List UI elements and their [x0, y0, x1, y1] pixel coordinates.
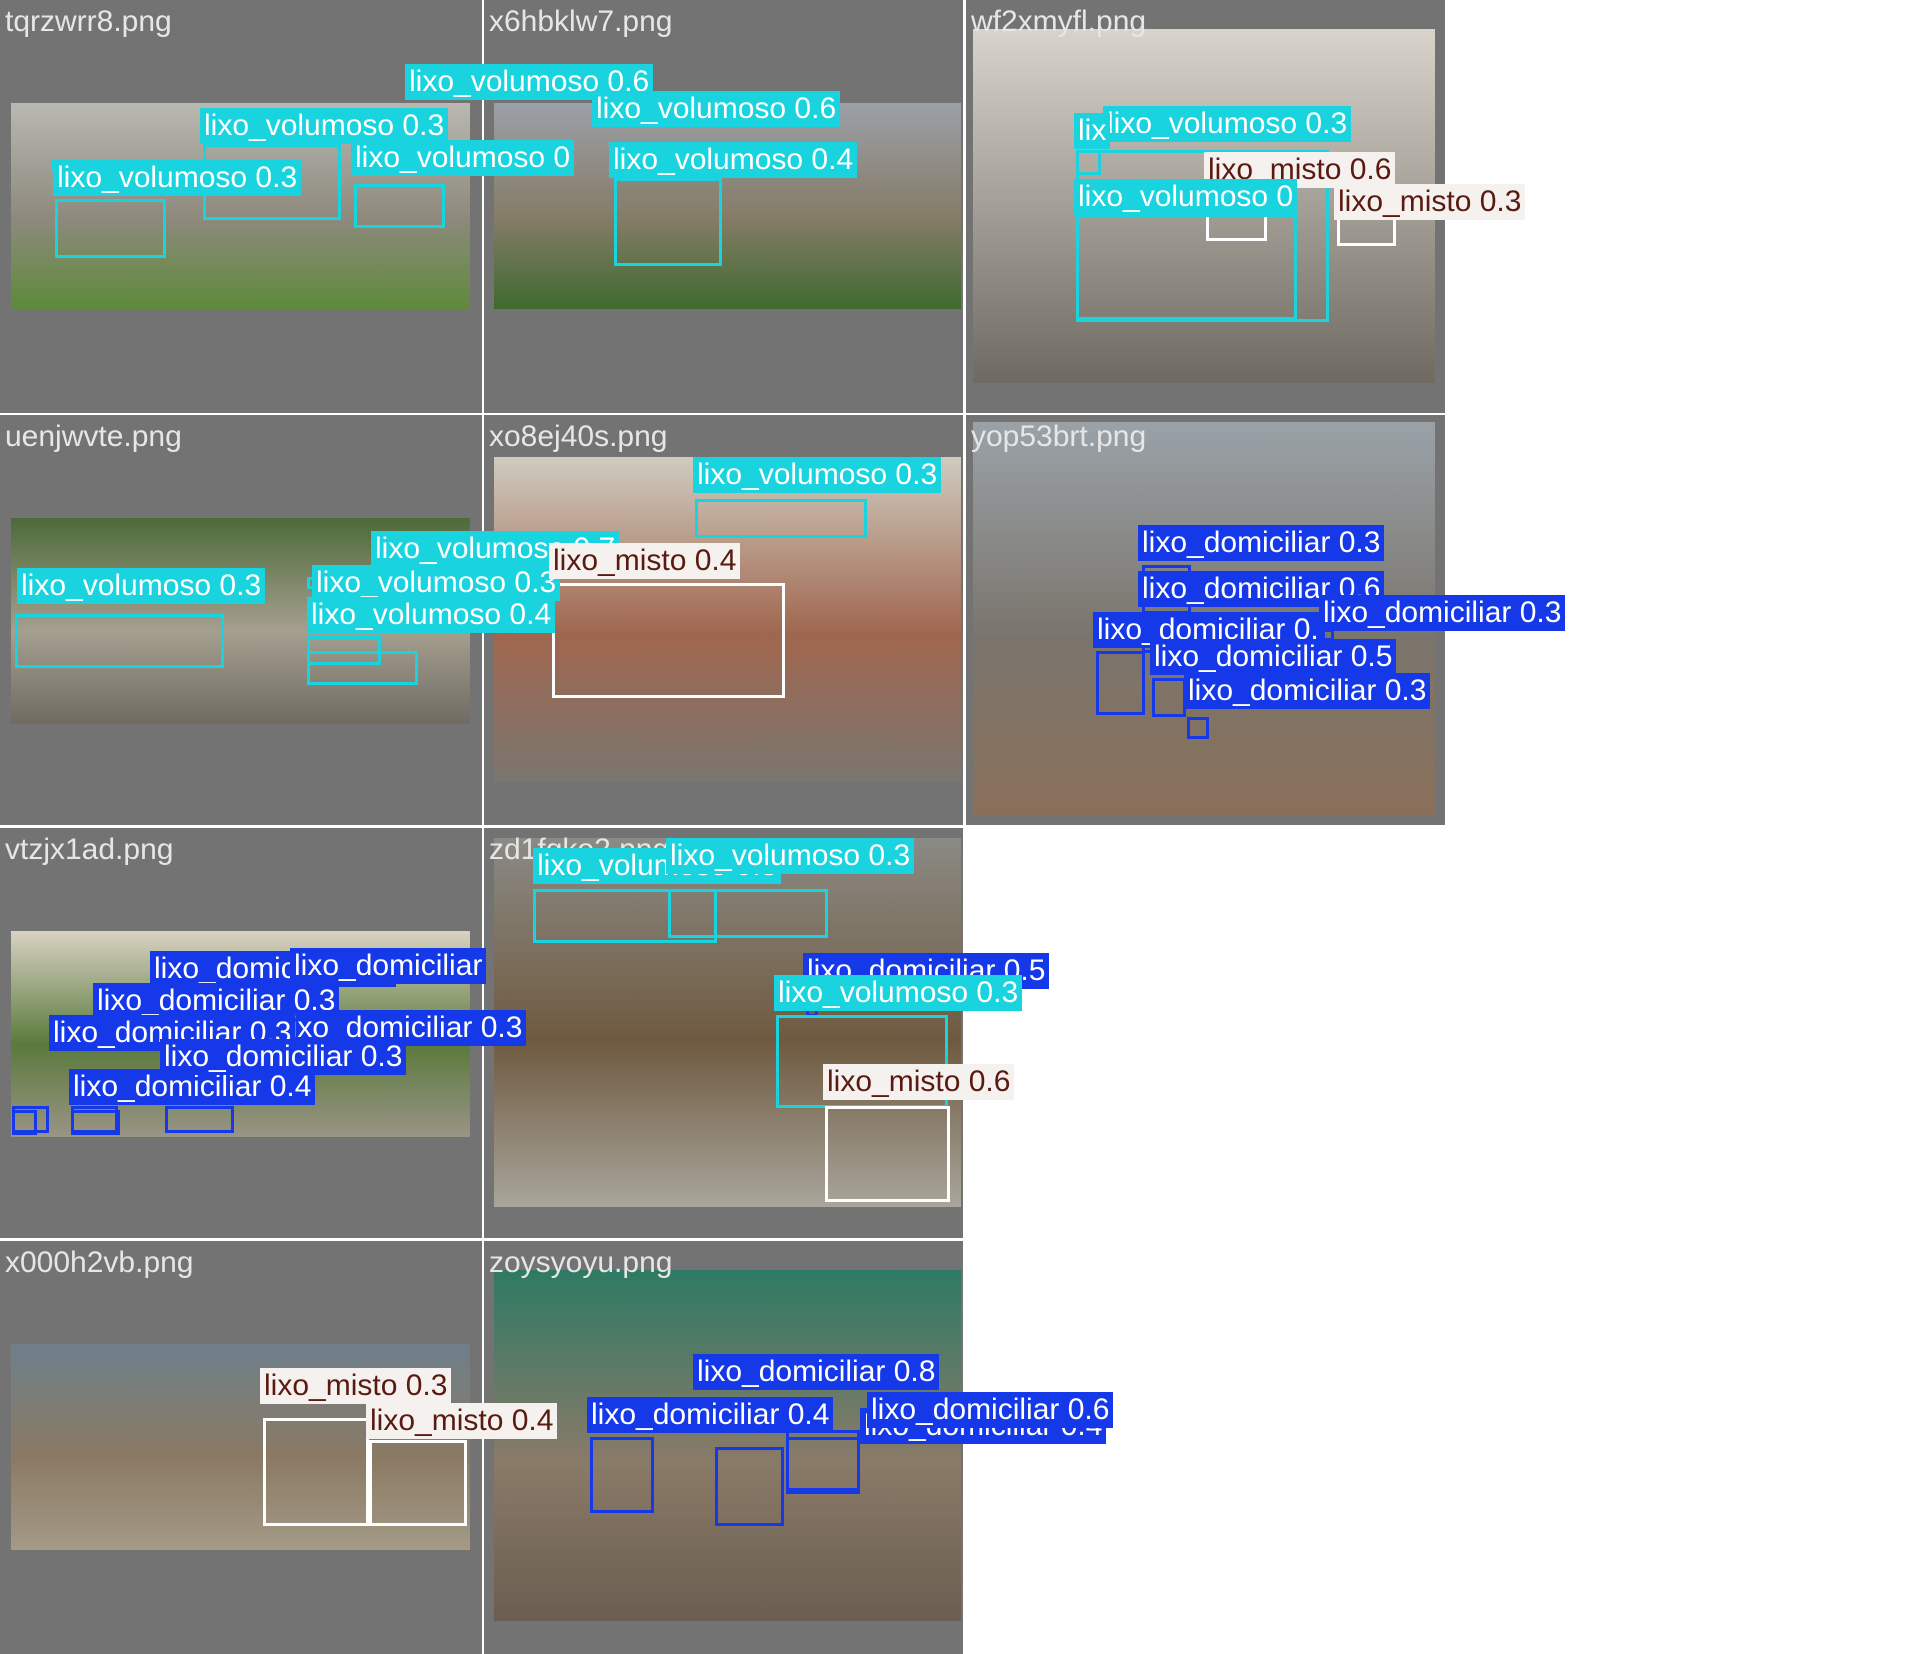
detection-box: [715, 1447, 784, 1526]
tile-photo: [494, 1270, 961, 1621]
detection-box: [695, 499, 867, 538]
detection-box: [825, 1106, 950, 1202]
detection-box: [263, 1418, 369, 1526]
detection-label: lixo_volumoso 0.3: [1103, 106, 1352, 142]
detection-label: lixo_volumoso 0.4: [307, 597, 556, 633]
detection-box: [1096, 651, 1145, 715]
detection-box: [1152, 678, 1186, 717]
detection-label: lixo_misto 0.3: [260, 1368, 452, 1404]
detection-label: lixo_volumoso 0.3: [693, 457, 942, 493]
detection-label: lixo_volumoso 0.3: [774, 975, 1023, 1011]
detection-box: [1076, 214, 1297, 320]
detection-label: lixo_domiciliar 0.3: [1184, 673, 1431, 709]
detection-box: [15, 614, 224, 668]
detection-label: lixo_domiciliar 0.4: [587, 1397, 834, 1433]
tile-filename: x6hbklw7.png: [489, 5, 673, 38]
detection-label: lixo_misto 0.4: [366, 1403, 558, 1439]
detection-label: lixo_domiciliar 0.8: [693, 1354, 940, 1390]
detection-box: [786, 1430, 860, 1491]
tile-filename: uenjwvte.png: [5, 420, 182, 453]
detection-box: [590, 1437, 654, 1513]
detection-box: [552, 583, 785, 698]
detection-box: [369, 1440, 467, 1526]
detection-label: lixo_volumoso 0.3: [312, 565, 561, 601]
detection-box: [614, 178, 722, 266]
detection-box: [165, 1106, 234, 1133]
detection-box: [1076, 150, 1101, 175]
detection-box: [12, 1110, 37, 1135]
detection-box: [307, 636, 381, 665]
detection-label: lixo_domiciliar 0.3: [1319, 595, 1566, 631]
tile-filename: vtzjx1ad.png: [5, 833, 174, 866]
tile-filename: x000h2vb.png: [5, 1246, 194, 1279]
detection-label: lixo_volumoso 0.6: [592, 91, 841, 127]
detection-label: lixo_volumoso 0: [1074, 179, 1298, 215]
detection-label: lix: [1074, 113, 1111, 149]
detection-box: [71, 1110, 120, 1135]
detection-label: lixo_volumoso 0.3: [666, 838, 915, 874]
tile-filename: wf2xmyfl.png: [971, 5, 1147, 38]
detection-label: lixo_misto 0.6: [823, 1064, 1015, 1100]
detection-mosaic: tqrzwrr8.png x6hbklw7.png wf2xmyfl.png uenj…: [0, 0, 1920, 1654]
detection-box: [55, 199, 166, 258]
detection-label: lixo_misto 0.4: [549, 543, 741, 579]
detection-label: lixo_misto 0.3: [1334, 184, 1526, 220]
tile-filename: yop53brt.png: [971, 420, 1147, 453]
detection-box: [354, 184, 445, 228]
detection-label: lixo_domiciliar: [290, 948, 487, 984]
tile-filename: xo8ej40s.png: [489, 420, 668, 453]
tile-filename: tqrzwrr8.png: [5, 5, 172, 38]
mosaic-tile: x6hbklw7.png: [484, 0, 963, 413]
detection-label: lixo_domiciliar 0.5: [1150, 639, 1397, 675]
detection-label: lixo_domiciliar 0.3: [160, 1039, 407, 1075]
detection-label: lixo_volumoso 0.3: [200, 108, 449, 144]
detection-label: lixo_volumoso 0.3: [17, 568, 266, 604]
detection-label: lixo_volumoso 0.4: [609, 142, 858, 178]
detection-label: lixo_domiciliar 0.6: [867, 1392, 1114, 1428]
detection-box: [668, 889, 828, 938]
detection-label: lixo_volumoso 0: [351, 140, 575, 176]
tile-filename: zoysyoyu.png: [489, 1246, 673, 1279]
detection-box: [1187, 717, 1209, 739]
detection-label: lixo_volumoso 0.3: [53, 160, 302, 196]
detection-label: lixo_domiciliar 0.3: [1138, 525, 1385, 561]
tile-photo: [494, 103, 961, 309]
